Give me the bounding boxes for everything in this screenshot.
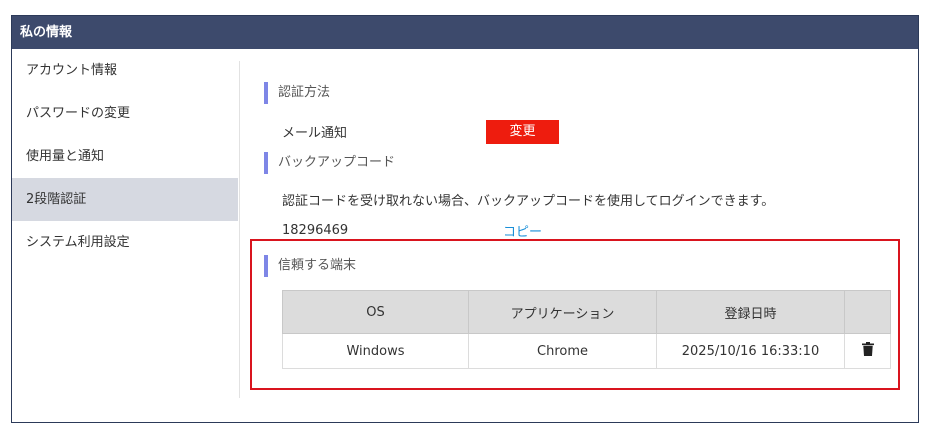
sidebar-item-account-info[interactable]: アカウント情報 <box>12 49 238 92</box>
table-row: Windows Chrome 2025/10/16 16:33:10 <box>282 333 891 369</box>
backup-code-value: 18296469 <box>282 223 349 238</box>
sidebar-item-system-settings[interactable]: システム利用設定 <box>12 221 238 264</box>
auth-method-section-title: 認証方法 <box>264 82 330 104</box>
device-os-cell: Windows <box>282 333 469 369</box>
panel-header: 私の情報 <box>12 16 918 49</box>
change-auth-method-button[interactable]: 変更 <box>486 120 559 144</box>
device-registered-cell: 2025/10/16 16:33:10 <box>656 333 845 369</box>
column-header-actions <box>844 290 891 334</box>
sidebar-item-two-factor-auth[interactable]: 2段階認証 <box>12 178 238 221</box>
table-header-row: OS アプリケーション 登録日時 <box>282 290 891 334</box>
column-header-os: OS <box>282 290 469 334</box>
copy-backup-code-link[interactable]: コピー <box>503 221 542 240</box>
page-title: 私の情報 <box>20 25 73 40</box>
trusted-devices-section-title: 信頼する端末 <box>264 255 356 277</box>
backup-code-section-title: バックアップコード <box>264 152 395 174</box>
sidebar-item-usage-notifications[interactable]: 使用量と通知 <box>12 135 238 178</box>
sidebar: アカウント情報 パスワードの変更 使用量と通知 2段階認証 システム利用設定 <box>12 49 238 399</box>
my-info-panel: 私の情報 アカウント情報 パスワードの変更 使用量と通知 2段階認証 システム利… <box>11 15 919 423</box>
trash-icon[interactable] <box>861 342 874 360</box>
device-actions-cell <box>844 333 891 369</box>
backup-code-description: 認証コードを受け取れない場合、バックアップコードを使用してログインできます。 <box>282 194 775 209</box>
column-header-application: アプリケーション <box>468 290 657 334</box>
trusted-devices-table: OS アプリケーション 登録日時 Windows Chrome 2025/10/… <box>282 290 891 369</box>
sidebar-divider <box>239 61 240 398</box>
device-app-cell: Chrome <box>468 333 657 369</box>
column-header-registered-at: 登録日時 <box>656 290 845 334</box>
sidebar-item-password-change[interactable]: パスワードの変更 <box>12 92 238 135</box>
auth-method-label: メール通知 <box>282 126 348 141</box>
